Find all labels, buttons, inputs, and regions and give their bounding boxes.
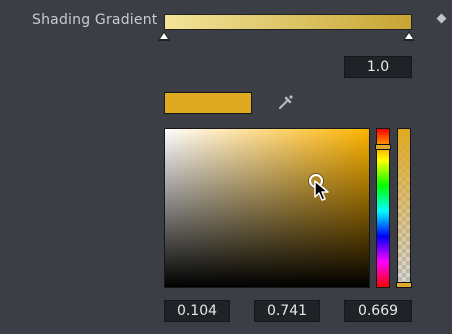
hue-field[interactable]: 0.104 [164, 300, 230, 322]
shading-gradient-panel: Shading Gradient 1.0 0.104 0.741 0.669 [0, 0, 452, 334]
value-field[interactable]: 0.669 [344, 300, 412, 322]
hue-slider-handle[interactable] [375, 144, 391, 151]
gradient-stop-start[interactable] [158, 31, 170, 41]
shading-gradient-label: Shading Gradient [32, 12, 158, 28]
keyframe-diamond-icon[interactable] [436, 13, 447, 24]
alpha-slider-handle[interactable] [396, 282, 412, 288]
gradient-bar[interactable] [164, 14, 412, 30]
saturation-value-picker[interactable] [164, 128, 370, 288]
mouse-pointer-icon [314, 180, 330, 202]
gradient-stop-end[interactable] [403, 31, 415, 41]
alpha-slider[interactable] [397, 128, 411, 288]
stop-position-field[interactable]: 1.0 [344, 56, 412, 78]
color-swatch[interactable] [164, 92, 252, 114]
saturation-field[interactable]: 0.741 [254, 300, 320, 322]
eyedropper-icon[interactable] [276, 92, 296, 112]
hue-slider[interactable] [376, 128, 390, 288]
